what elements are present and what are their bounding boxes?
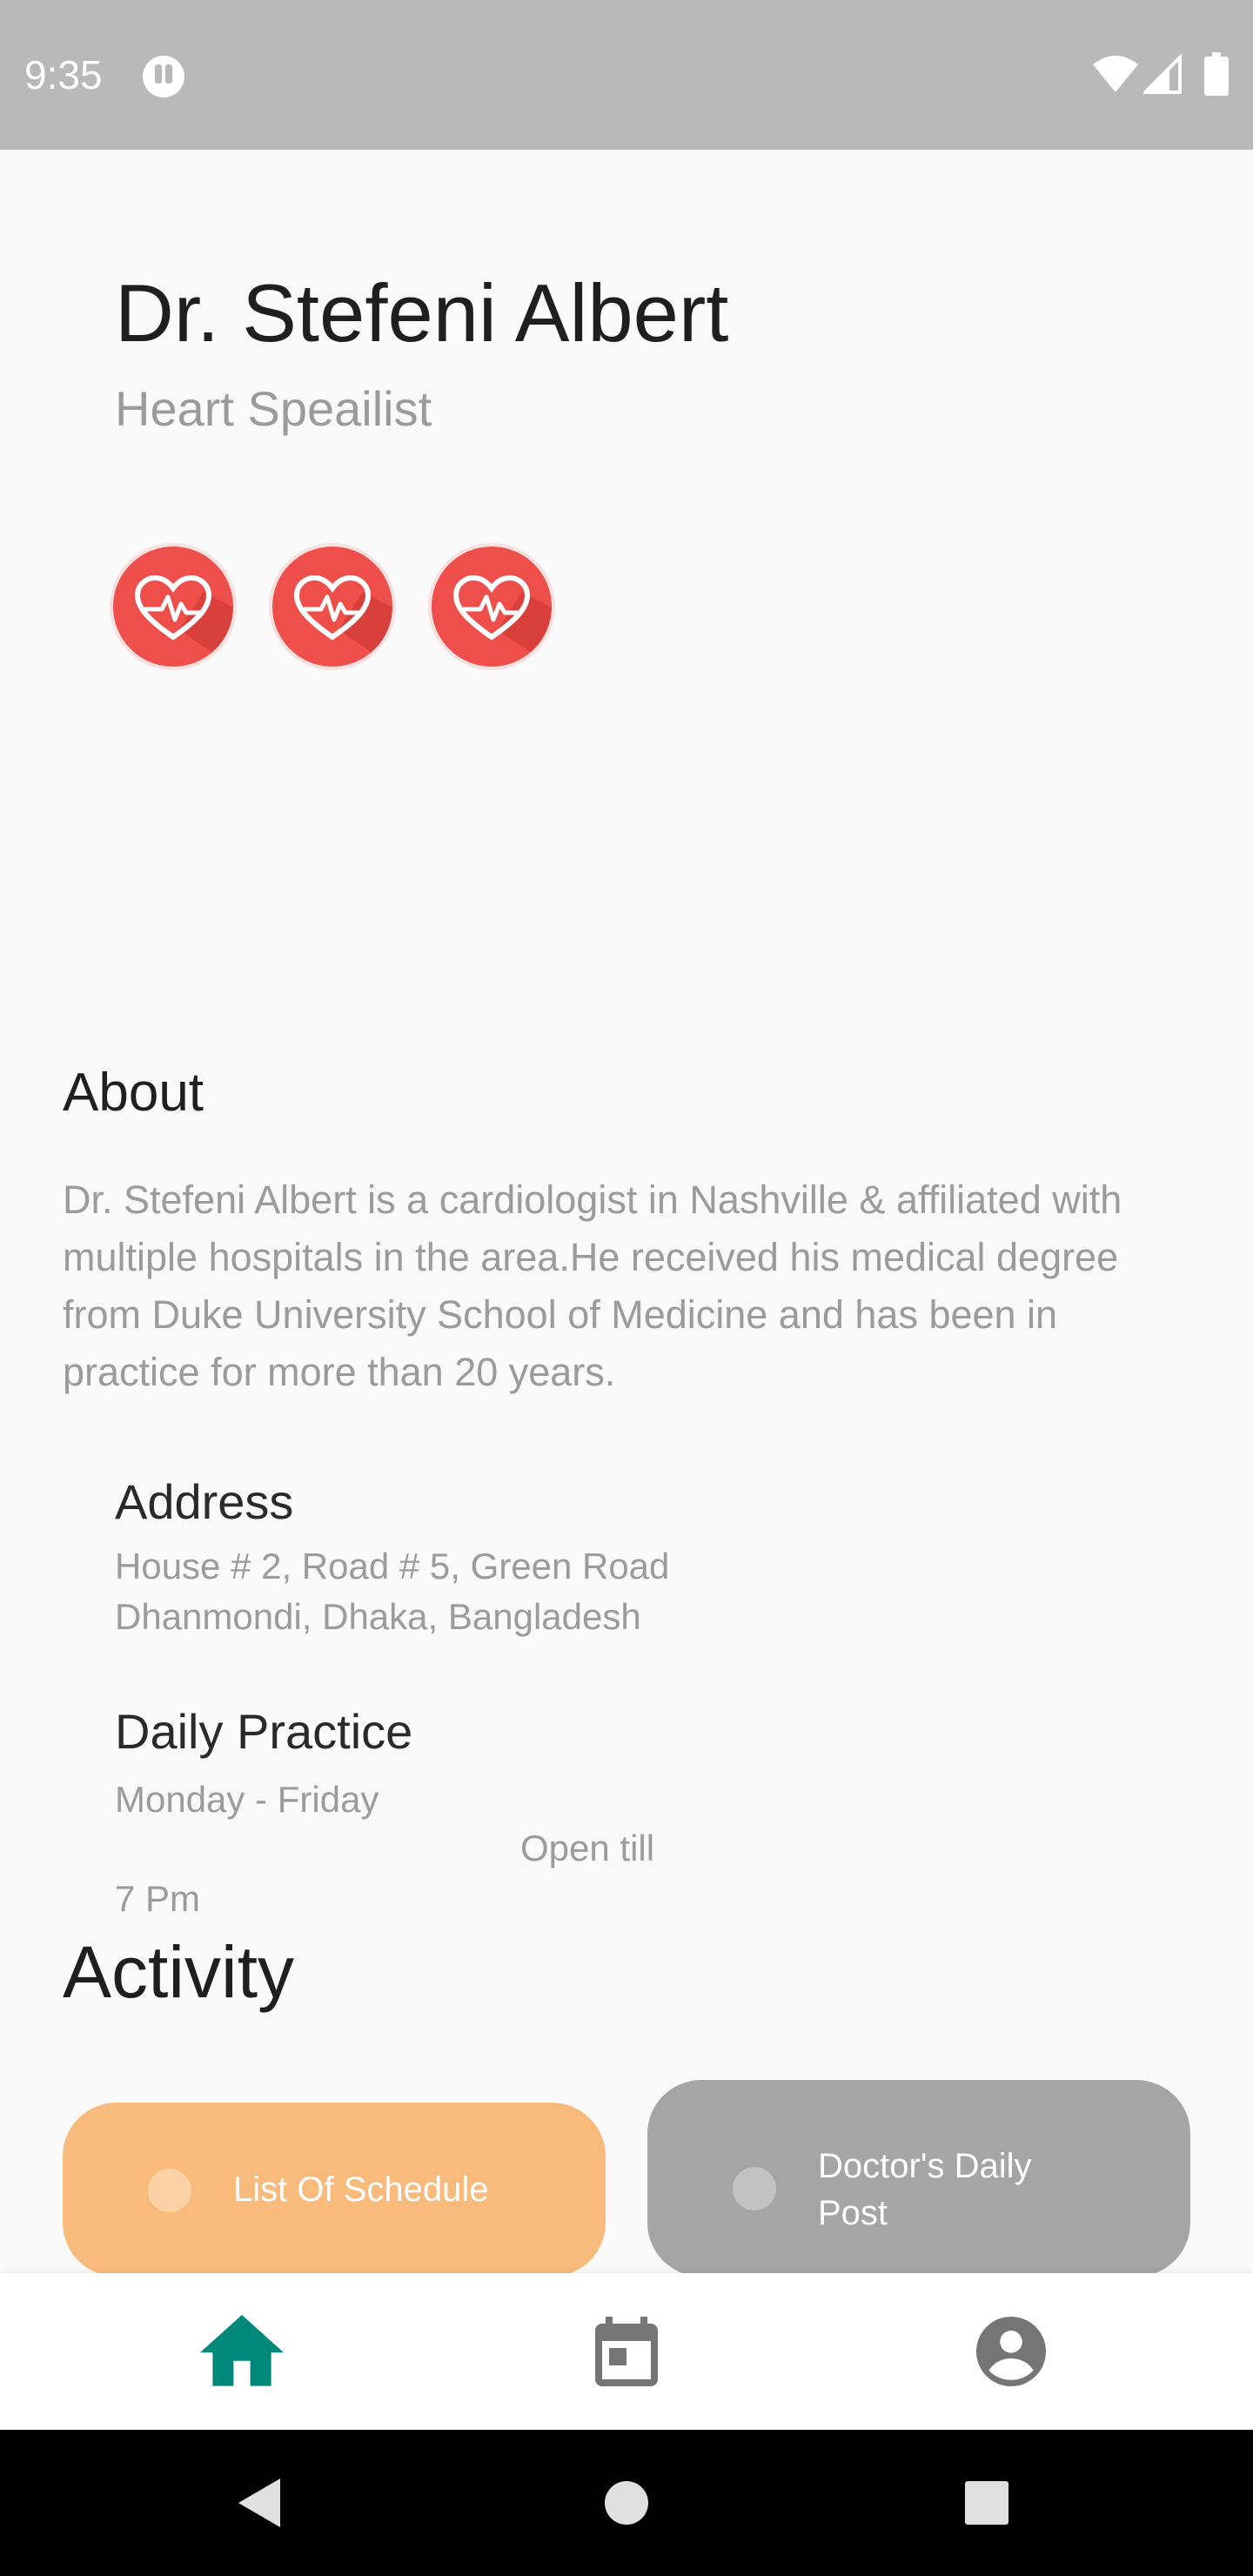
closing-time: 7 Pm (115, 1878, 201, 1919)
schedule-dot-icon (148, 2169, 191, 2212)
post-dot-icon (733, 2167, 776, 2210)
heart-rate-icon (134, 574, 233, 667)
nav-account[interactable] (802, 2273, 1220, 2430)
heart-rate-badge-2[interactable] (272, 547, 392, 667)
wifi-icon (1093, 56, 1138, 92)
nav-calendar[interactable] (418, 2273, 835, 2430)
doctor-name: Dr. Stefeni Albert (115, 267, 729, 359)
doctor-specialty: Heart Speailist (115, 381, 432, 436)
list-of-schedule-card[interactable]: List Of Schedule (63, 2103, 606, 2277)
address-line-1: House # 2, Road # 5, Green Road (115, 1546, 670, 1587)
cellular-signal-icon (1143, 54, 1182, 94)
back-icon[interactable] (237, 2477, 282, 2529)
open-till-label: Open till (520, 1828, 655, 1868)
list-of-schedule-label: List Of Schedule (233, 2170, 489, 2209)
doctors-daily-post-card[interactable]: Doctor's Daily Post (647, 2080, 1190, 2277)
activity-heading: Activity (63, 1931, 295, 2013)
about-heading: About (63, 1063, 204, 1123)
heart-rate-badge-3[interactable] (432, 547, 552, 667)
account-icon (976, 2317, 1046, 2386)
address-line-2: Dhanmondi, Dhaka, Bangladesh (115, 1596, 641, 1637)
practice-days: Monday - Friday (115, 1779, 379, 1820)
home-circle-icon[interactable] (604, 2480, 649, 2526)
heart-rate-icon (452, 574, 552, 667)
address-heading: Address (115, 1474, 294, 1529)
home-icon (200, 2315, 284, 2386)
bottom-navigation (0, 2273, 1253, 2430)
notification-app-icon (143, 56, 184, 97)
recents-icon[interactable] (964, 2480, 1009, 2526)
system-navigation-bar (0, 2430, 1253, 2576)
status-time: 9:35 (24, 52, 103, 97)
doctors-daily-post-label: Doctor's Daily Post (818, 2147, 1032, 2232)
about-text: Dr. Stefeni Albert is a cardiologist in … (63, 1177, 1122, 1394)
heart-rate-icon (293, 574, 392, 667)
calendar-icon (595, 2317, 658, 2386)
daily-practice-heading: Daily Practice (115, 1704, 413, 1759)
nav-home[interactable] (33, 2273, 451, 2430)
status-bar: 9:35 (0, 0, 1253, 150)
battery-icon (1204, 52, 1229, 96)
heart-rate-badge-1[interactable] (113, 547, 233, 667)
